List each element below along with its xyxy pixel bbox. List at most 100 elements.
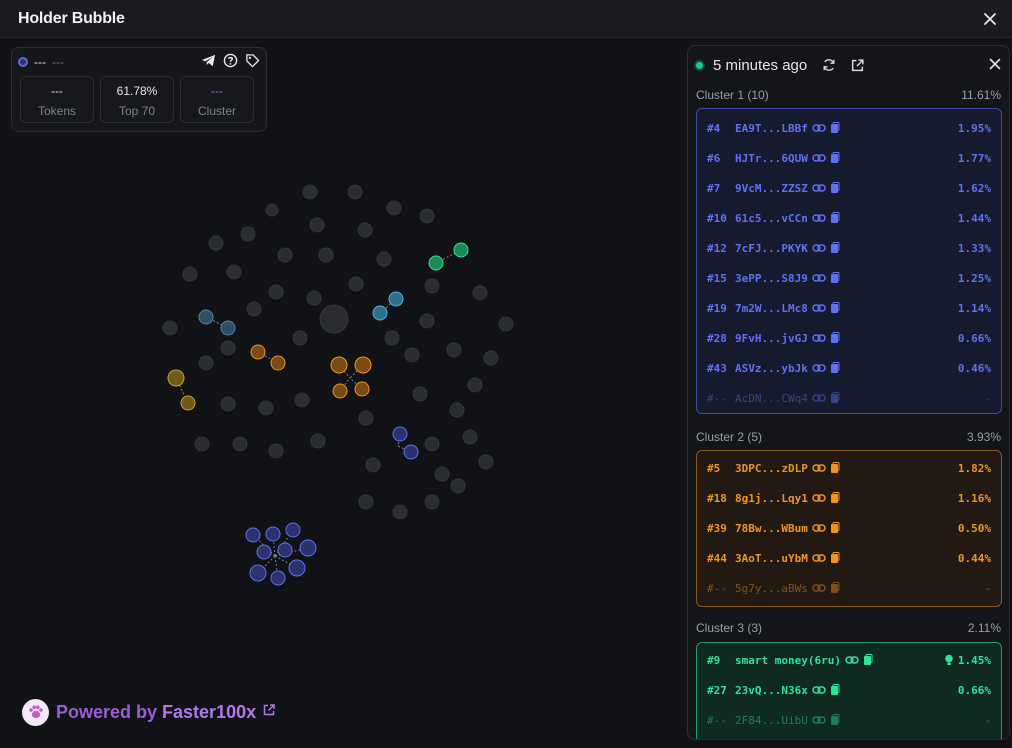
link-icon[interactable] [812,273,826,283]
cluster-2-header: Cluster 2 (5) 3.93% [696,430,1001,446]
holder-row[interactable]: #10 61c5...vCCn 1.44% [707,209,991,227]
open-external-icon[interactable] [849,57,865,73]
holder-row[interactable]: #6 HJTr...6QUW 1.77% [707,149,991,167]
link-icon[interactable] [845,655,859,665]
copy-icon[interactable] [830,302,840,314]
copy-icon[interactable] [830,332,840,344]
holder-address[interactable]: 3ePP...S8J9 [735,272,808,285]
holder-rank: #-- [707,713,727,727]
holder-address[interactable]: 61c5...vCCn [735,212,808,225]
holder-row[interactable]: #19 7m2W...LMc8 1.14% [707,299,991,317]
holder-address[interactable]: 9VcM...ZZSZ [735,182,808,195]
holder-percent: - [984,391,991,405]
holder-address[interactable]: 9FvH...jvGJ [735,332,808,345]
holder-percent: 0.66% [957,331,991,345]
link-icon[interactable] [812,523,826,533]
holder-rank: #18 [707,491,727,505]
holder-row[interactable]: #5 3DPC...zDLP 1.82% [707,459,991,477]
copy-icon[interactable] [830,182,840,194]
powered-by-link[interactable]: Powered by Faster100x [22,698,276,726]
holder-row[interactable]: #-- AcDN...CWq4 - [707,389,991,407]
link-icon[interactable] [812,123,826,133]
cluster-2-total: 3.93% [966,430,1001,444]
holder-rank: #6 [707,151,721,165]
copy-icon[interactable] [830,242,840,254]
holder-address[interactable]: 78Bw...WBum [735,522,808,535]
holder-percent: 0.44% [957,551,991,565]
holder-address[interactable]: 2F84...UibU [735,714,808,727]
holder-row[interactable]: #15 3ePP...S8J9 1.25% [707,269,991,287]
telegram-icon[interactable] [200,52,216,68]
link-icon[interactable] [812,213,826,223]
link-icon[interactable] [812,153,826,163]
copy-icon[interactable] [830,714,840,726]
copy-icon[interactable] [830,492,840,504]
close-panel-icon[interactable] [989,55,1001,75]
external-link-icon[interactable] [262,703,276,722]
holder-address[interactable]: 7m2W...LMc8 [735,302,808,315]
copy-icon[interactable] [830,122,840,134]
holder-row[interactable]: #7 9VcM...ZZSZ 1.62% [707,179,991,197]
link-icon[interactable] [812,303,826,313]
link-icon[interactable] [812,493,826,503]
holder-row[interactable]: #44 3AoT...uYbM 0.44% [707,549,991,567]
tag-icon[interactable] [244,52,260,68]
stat-cluster-value: --- [211,84,223,98]
stat-top70-label: Top 70 [118,104,156,118]
holder-row[interactable]: #27 23vQ...N36x 0.66% [707,681,991,699]
holder-row[interactable]: #18 8g1j...Lqy1 1.16% [707,489,991,507]
link-icon[interactable] [812,583,826,593]
copy-icon[interactable] [830,212,840,224]
link-icon[interactable] [812,333,826,343]
holder-address[interactable]: smart money(6ru) [735,654,841,667]
holder-percent: 1.44% [957,211,991,225]
stat-tokens-label: Tokens [37,104,77,118]
holder-address[interactable]: 7cFJ...PKYK [735,242,808,255]
holder-address[interactable]: HJTr...6QUW [735,152,808,165]
holder-row[interactable]: #12 7cFJ...PKYK 1.33% [707,239,991,257]
copy-icon[interactable] [830,552,840,564]
holder-address[interactable]: 5g7y...aBWs [735,582,808,595]
holder-rank: #-- [707,581,727,595]
link-icon[interactable] [812,715,826,725]
copy-icon[interactable] [830,392,840,404]
holder-row[interactable]: #28 9FvH...jvGJ 0.66% [707,329,991,347]
holder-percent: 1.95% [957,121,991,135]
link-icon[interactable] [812,685,826,695]
holder-row[interactable]: #4 EA9T...LBBf 1.95% [707,119,991,137]
help-icon[interactable] [222,52,238,68]
link-icon[interactable] [812,183,826,193]
copy-icon[interactable] [830,152,840,164]
copy-icon[interactable] [863,654,873,666]
stat-top70: 61.78% Top 70 [100,76,174,123]
holder-address[interactable]: 3DPC...zDLP [735,462,808,475]
holder-address[interactable]: AcDN...CWq4 [735,392,808,405]
holder-address[interactable]: ASVz...ybJk [735,362,808,375]
holder-address[interactable]: 8g1j...Lqy1 [735,492,808,505]
holder-row[interactable]: #43 ASVz...ybJk 0.46% [707,359,991,377]
holder-address[interactable]: 3AoT...uYbM [735,552,808,565]
close-window-icon[interactable] [980,9,1000,29]
link-icon[interactable] [812,243,826,253]
copy-icon[interactable] [830,522,840,534]
copy-icon[interactable] [830,582,840,594]
link-icon[interactable] [812,363,826,373]
copy-icon[interactable] [830,362,840,374]
holder-row[interactable]: #9 smart money(6ru) 1.45% [707,651,991,669]
link-icon[interactable] [812,393,826,403]
copy-icon[interactable] [830,272,840,284]
holder-address[interactable]: EA9T...LBBf [735,122,808,135]
token-symbol: --- [52,55,64,69]
refresh-icon[interactable] [821,57,837,73]
link-icon[interactable] [812,463,826,473]
holder-address[interactable]: 23vQ...N36x [735,684,808,697]
stat-cluster: --- Cluster [180,76,254,123]
copy-icon[interactable] [830,684,840,696]
holder-row[interactable]: #-- 5g7y...aBWs - [707,579,991,597]
holder-rank: #4 [707,121,721,135]
holder-rank: #7 [707,181,721,195]
holder-row[interactable]: #-- 2F84...UibU - [707,711,991,729]
link-icon[interactable] [812,553,826,563]
copy-icon[interactable] [830,462,840,474]
holder-row[interactable]: #39 78Bw...WBum 0.50% [707,519,991,537]
